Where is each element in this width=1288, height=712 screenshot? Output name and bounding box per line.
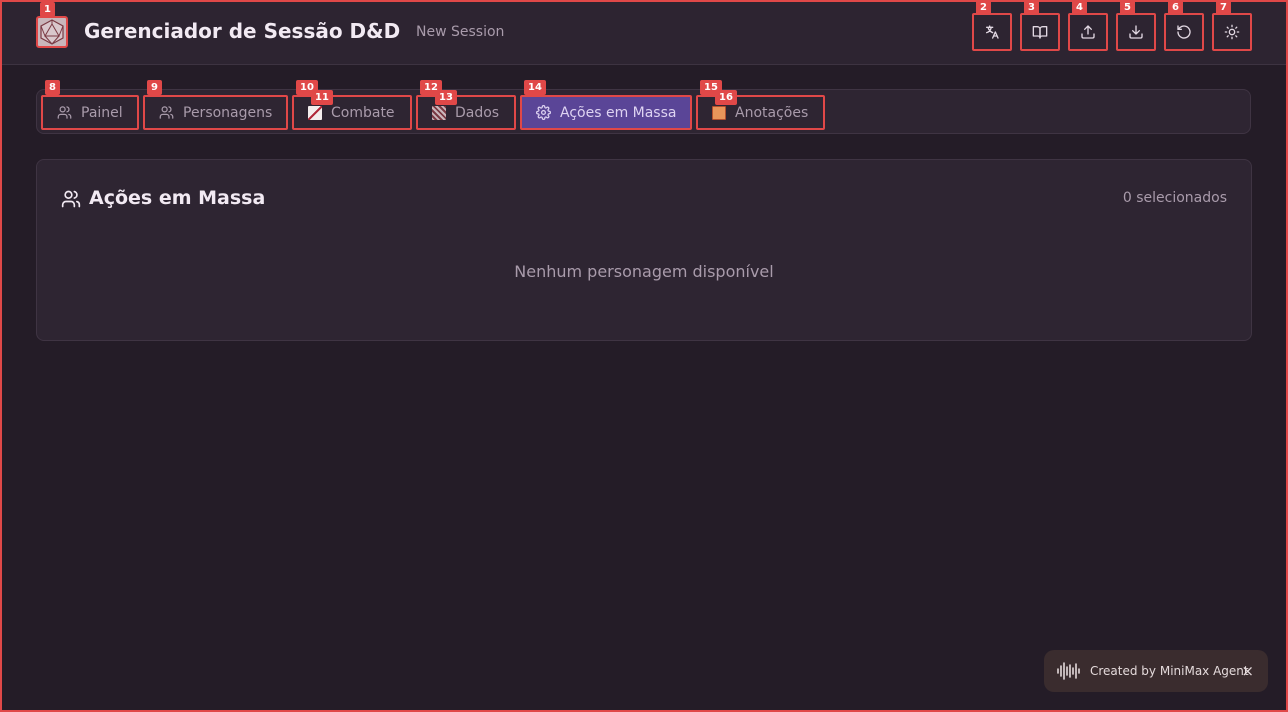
rules-book-button[interactable] <box>1020 13 1060 51</box>
annotation-badge: 14 <box>524 80 546 95</box>
annotation-badge: 3 <box>1024 0 1039 15</box>
session-name: New Session <box>416 24 505 40</box>
annotation-badge: 5 <box>1120 0 1135 15</box>
annotation-badge: 16 <box>715 90 737 105</box>
upload-icon <box>1081 25 1095 39</box>
annotation-badge: 9 <box>147 80 162 95</box>
empty-state-message: Nenhum personagem disponível <box>514 262 774 281</box>
reset-icon <box>1177 25 1191 39</box>
reset-button[interactable] <box>1164 13 1204 51</box>
toast-text: Created by MiniMax Agent <box>1090 664 1249 678</box>
tab-personagens[interactable]: Personagens <box>143 95 288 130</box>
notes-image-icon <box>712 105 726 120</box>
annotation-badge: 4 <box>1072 0 1087 15</box>
close-icon[interactable]: × <box>1241 662 1254 680</box>
sun-icon <box>1224 24 1240 40</box>
annotation-badge: 7 <box>1216 0 1231 15</box>
book-open-icon <box>1032 26 1048 39</box>
tab-label: Anotações <box>735 104 809 121</box>
tab-label: Combate <box>331 104 395 121</box>
combat-image-icon <box>308 105 322 120</box>
annotation-badge: 2 <box>976 0 991 15</box>
import-button[interactable] <box>1116 13 1156 51</box>
tab-painel[interactable]: Painel <box>41 95 139 130</box>
annotation-badge: 1 <box>40 2 55 17</box>
app-logo[interactable] <box>36 16 68 48</box>
app-title: Gerenciador de Sessão D&D <box>84 19 401 43</box>
translate-icon <box>986 25 999 39</box>
annotation-badge: 13 <box>435 90 457 105</box>
tab-label: Painel <box>81 104 123 121</box>
tab-label: Ações em Massa <box>560 104 677 121</box>
annotation-badge: 8 <box>45 80 60 95</box>
app-header: 1 Gerenciador de Sessão D&D New Session … <box>0 0 1288 65</box>
users-icon <box>61 189 81 209</box>
theme-toggle-button[interactable] <box>1212 13 1252 51</box>
bulk-actions-panel: Ações em Massa 0 selecionados Nenhum per… <box>36 159 1252 341</box>
tab-dados[interactable]: Dados <box>416 95 516 130</box>
tab-label: Dados <box>455 104 500 121</box>
waveform-icon <box>1057 662 1080 680</box>
tab-combate[interactable]: Combate <box>292 95 412 130</box>
language-button[interactable] <box>972 13 1012 51</box>
panel-title: Ações em Massa <box>89 187 266 209</box>
export-button[interactable] <box>1068 13 1108 51</box>
gear-icon <box>536 105 551 120</box>
minimax-credit-toast: Created by MiniMax Agent × <box>1044 650 1268 692</box>
users-icon <box>159 106 174 119</box>
tab-acoes-em-massa[interactable]: Ações em Massa <box>520 95 692 130</box>
tab-label: Personagens <box>183 104 273 121</box>
annotation-badge: 11 <box>311 90 333 105</box>
users-icon <box>57 106 72 119</box>
download-icon <box>1129 25 1143 39</box>
annotation-badge: 6 <box>1168 0 1183 15</box>
selected-count: 0 selecionados <box>1122 190 1227 206</box>
d20-icon <box>40 19 64 45</box>
dice-image-icon <box>432 105 446 120</box>
